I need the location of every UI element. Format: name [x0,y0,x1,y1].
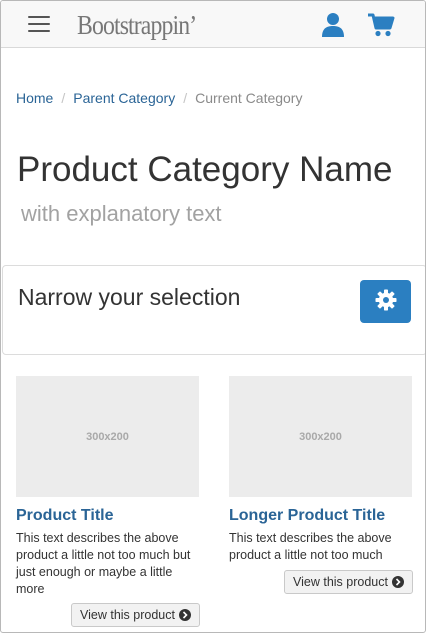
narrow-selection-title: Narrow your selection [18,284,241,310]
breadcrumb-home-link[interactable]: Home [16,90,53,106]
view-product-label: View this product [293,575,388,589]
breadcrumb-separator: / [61,90,66,106]
product-description: This text describes the above product a … [229,531,392,562]
shopping-cart-icon[interactable] [367,12,395,38]
user-icon[interactable] [320,12,346,38]
hamburger-menu-icon[interactable] [28,16,50,32]
narrow-selection-panel: Narrow your selection [2,265,425,355]
product-title-link[interactable]: Longer Product Title [229,507,412,525]
product-image-placeholder[interactable]: 300x200 [16,376,199,497]
filter-settings-button[interactable] [360,280,411,323]
breadcrumb-separator: / [183,90,188,106]
navbar: Bootstrappin’ [1,1,425,48]
brand-logo[interactable]: Bootstrappin’ [77,10,197,41]
breadcrumb-parent-link[interactable]: Parent Category [73,90,175,106]
page-frame: Bootstrappin’ Home / Parent Category / Curre… [0,0,426,633]
view-product-label: View this product [80,608,175,622]
chevron-right-circle-icon [391,576,404,588]
product-card: 300x200 Product Title This text describe… [16,376,200,627]
gear-icon [374,288,398,315]
page-title-text: Product Category Name [17,150,393,189]
product-description: This text describes the above product a … [16,531,191,596]
product-title-link[interactable]: Product Title [16,507,199,525]
view-product-button[interactable]: View this product [71,603,200,627]
placeholder-size-label: 300x200 [86,430,129,443]
placeholder-size-label: 300x200 [299,430,342,443]
breadcrumb: Home / Parent Category / Current Category [16,90,302,106]
product-image-placeholder[interactable]: 300x200 [229,376,412,497]
page-subtitle: with explanatory text [21,201,222,226]
chevron-right-circle-icon [178,609,191,621]
page-title: Product Category Name with explanatory t… [17,150,412,234]
breadcrumb-current: Current Category [195,90,303,106]
view-product-button[interactable]: View this product [284,570,413,594]
product-card: 300x200 Longer Product Title This text d… [229,376,413,594]
